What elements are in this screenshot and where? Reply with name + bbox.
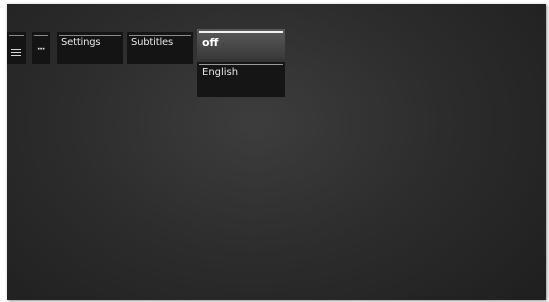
film-icon <box>11 49 21 56</box>
subtitles-label: Subtitles <box>131 37 173 48</box>
option-label: English <box>202 67 239 78</box>
subtitle-option-off[interactable]: off <box>197 29 285 59</box>
menu-column-more[interactable]: ··· <box>32 32 50 64</box>
menu-column-subtitles[interactable]: Subtitles <box>127 32 193 64</box>
subtitle-option-english[interactable]: English <box>197 62 285 97</box>
column-divider <box>34 35 48 36</box>
menu-column-video[interactable] <box>7 32 26 64</box>
option-label: off <box>202 36 219 49</box>
settings-label: Settings <box>61 37 101 48</box>
column-divider <box>129 35 191 36</box>
column-divider <box>9 35 24 36</box>
tv-screen: ··· Settings Subtitles off English <box>7 4 546 300</box>
ellipsis-icon: ··· <box>37 45 45 55</box>
option-divider <box>199 64 283 65</box>
selection-bar <box>199 31 283 33</box>
column-divider <box>59 35 121 36</box>
menu-column-settings[interactable]: Settings <box>57 32 123 64</box>
